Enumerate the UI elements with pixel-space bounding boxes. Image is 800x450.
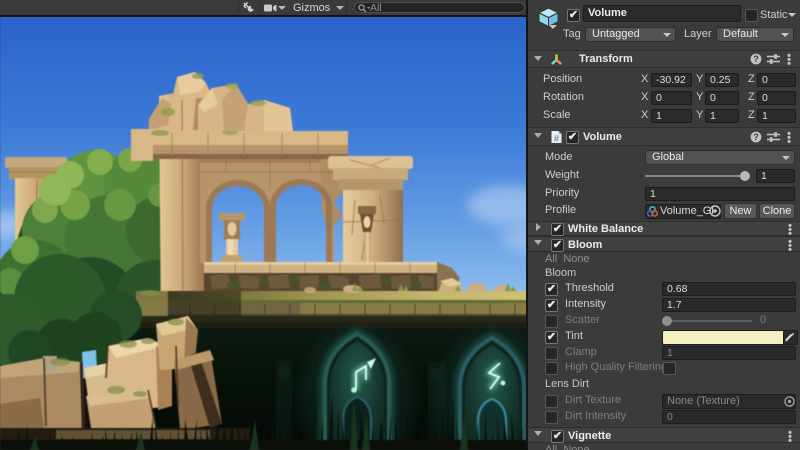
svg-text:?: ? <box>753 54 759 64</box>
svg-text:?: ? <box>753 132 759 142</box>
svg-text:#: # <box>554 133 560 144</box>
